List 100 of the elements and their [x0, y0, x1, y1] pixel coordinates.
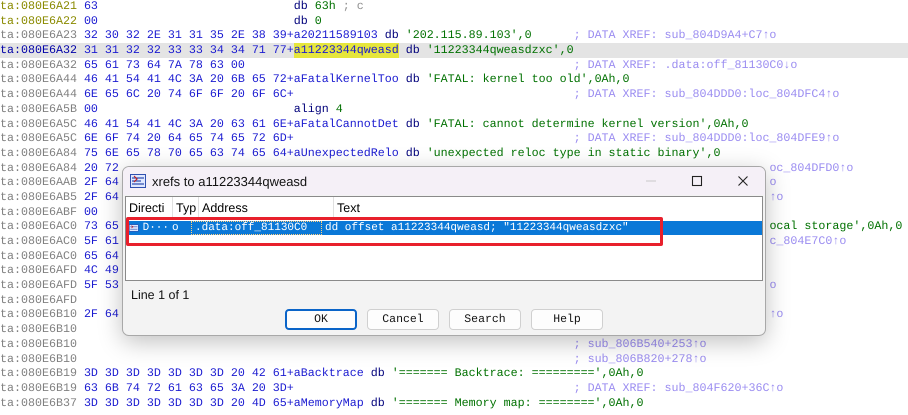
- dialog-button[interactable]: Search: [449, 309, 521, 330]
- dialog-button[interactable]: OK: [285, 309, 357, 330]
- listing-text: o: [769, 278, 776, 293]
- address-text: ta:080E6AAB: [0, 175, 77, 190]
- address-text: ta:080E6B19: [0, 366, 77, 381]
- comment-text: ; sub_806B540+253↑o: [574, 336, 706, 352]
- dialog-title: xrefs to a11223344qweasd: [152, 174, 308, 188]
- label-name: aFatalCannotDet: [294, 116, 399, 132]
- column-header[interactable]: Typ: [173, 197, 199, 219]
- label-name: a11223344qweasd: [294, 43, 399, 58]
- address-text: ta:080E6B10: [0, 307, 77, 322]
- xref-icon: [129, 222, 139, 234]
- comment-text: ; sub_806B820+278↑o: [574, 352, 706, 366]
- listing-text: c_804E7C0↑o: [769, 234, 846, 249]
- hex-bytes: 75 6E 65 78 70 65 63 74 65 64+: [84, 146, 294, 161]
- address-text: ta:080E6AC0: [0, 248, 77, 264]
- dialog-button[interactable]: Help: [531, 309, 603, 330]
- address-text: ta:080E6B10: [0, 322, 77, 337]
- label-name: aMemoryMap: [294, 396, 364, 410]
- hex-bytes: 46 41 54 41 4C 3A 20 63 61 6E+: [84, 116, 294, 132]
- comment-text: ; DATA XREF: .data:off_81130C0↓o: [574, 58, 798, 72]
- hex-bytes: 2F 64: [84, 175, 119, 190]
- operand-text: 63h: [314, 0, 336, 14]
- column-header[interactable]: Address: [199, 197, 334, 219]
- hex-bytes: 2F 64: [84, 307, 119, 322]
- address-text: ta:080E6AC0: [0, 219, 77, 234]
- column-header[interactable]: Text: [334, 197, 762, 219]
- hex-bytes: 46 41 54 41 4C 3A 20 6B 65 72+: [84, 72, 294, 88]
- directive-text: align: [294, 102, 329, 117]
- operand-text: 'unexpected reloc type in static binary',0: [426, 146, 720, 161]
- address-text: ta:080E6A44: [0, 87, 77, 102]
- listing-text: o: [769, 175, 776, 190]
- hex-bytes: 00: [84, 14, 98, 28]
- directive-text: db: [406, 116, 420, 132]
- directive-text: db: [294, 14, 308, 28]
- label-name: aBacktrace: [294, 366, 364, 381]
- address-text: ta:080E6AFD: [0, 263, 77, 278]
- address-text: ta:080E6A5B: [0, 102, 77, 117]
- hex-bytes: 63 6B 74 72 61 63 65 3A 20 3D+: [84, 380, 294, 396]
- address-text: ta:080E6A44: [0, 72, 77, 88]
- operand-text: '202.115.89.103',0: [406, 28, 532, 44]
- hex-bytes: 6E 6F 74 20 64 65 74 65 72 6D+: [84, 131, 294, 146]
- address-text: ta:080E6A23: [0, 28, 77, 44]
- listing-text: ↑o: [769, 190, 784, 205]
- hex-bytes: 2F 64: [84, 190, 119, 205]
- direction-text: D···: [142, 222, 169, 234]
- label-name: a20211589103: [294, 28, 378, 44]
- address-text: ta:080E6A32: [0, 58, 77, 72]
- address-text: ta:080E6A22: [0, 14, 77, 28]
- address-text: ta:080E6B10: [0, 352, 77, 366]
- hex-bytes: 3D 3D 3D 3D 3D 3D 3D 20 4D 65+: [84, 396, 294, 410]
- comment-text: ; DATA XREF: sub_804F620+36C↑o: [574, 380, 784, 396]
- hex-bytes: 5F 53: [84, 278, 119, 293]
- address-text: ta:080E6A84: [0, 160, 77, 176]
- address-text: ta:080E6AC0: [0, 234, 77, 249]
- operand-text: 'FATAL: cannot determine kernel version',0Ah,0: [426, 116, 748, 132]
- operand-text: '11223344qweasdzxc',0: [426, 43, 574, 58]
- hex-bytes: 3D 3D 3D 3D 3D 3D 3D 20 42 61+: [84, 366, 294, 381]
- maximize-icon[interactable]: [691, 175, 703, 187]
- hex-bytes: 65 61 73 64 7A 78 63 00: [84, 58, 245, 72]
- comment-text: ; c: [342, 0, 364, 14]
- address-text: ta:080E6A84: [0, 146, 77, 161]
- directive-text: db: [406, 146, 420, 161]
- address-text: ta:080E6AFD: [0, 278, 77, 293]
- listing-text: ↑o: [769, 307, 784, 322]
- window-icon: [130, 174, 146, 188]
- address-text: ta:080E6AFD: [0, 292, 77, 308]
- operand-text: 'FATAL: kernel too old',0Ah,0: [426, 72, 630, 88]
- xref-row[interactable]: D··· o .data:off_81130C0 dd offset a11223344qweasd; ″11223344qweasdzxc″: [126, 221, 762, 235]
- listing-text: oc_804DFD0↑o: [769, 160, 854, 176]
- comment-text: ; DATA XREF: sub_804D9A4+C7↑o: [574, 28, 776, 44]
- operand-text: '======= Backtrace: =========',0Ah,0: [392, 366, 644, 381]
- listing-text: ocal storage',0Ah,0: [769, 219, 902, 234]
- type-text: o: [171, 221, 180, 235]
- address-text: ta:080E6B19: [0, 380, 77, 396]
- dialog-button[interactable]: Cancel: [367, 309, 439, 330]
- address-text: ta:080E6A5C: [0, 116, 77, 132]
- xref-text: dd offset a11223344qweasd; ″11223344qweasdzxc″: [324, 221, 630, 235]
- label-name: aUnexpectedRelo: [294, 146, 399, 161]
- hex-bytes: 63: [84, 0, 98, 14]
- directive-text: db: [294, 0, 308, 14]
- address-text: ta:080E6A5C: [0, 131, 77, 146]
- address-text: ta:080E6A32: [0, 43, 77, 58]
- hex-bytes: 4C 49: [84, 263, 119, 278]
- close-icon[interactable]: [737, 175, 749, 187]
- directive-text: db: [406, 72, 420, 88]
- hex-bytes: 00: [84, 102, 98, 117]
- comment-text: ; DATA XREF: sub_804DDD0:loc_804DFC4↑o: [574, 87, 840, 102]
- comment-text: ; DATA XREF: sub_804DDD0:loc_804DFE9↑o: [574, 131, 840, 146]
- address-text: ta:080E6B10: [0, 336, 77, 352]
- column-header[interactable]: Directi: [126, 197, 173, 219]
- address-text: ta:080E6ABF: [0, 204, 77, 220]
- hex-bytes: 5F 61: [84, 234, 119, 249]
- hex-bytes: 00: [84, 204, 98, 220]
- address-text: ta:080E6AB5: [0, 190, 77, 205]
- directive-text: db: [370, 396, 385, 410]
- status-text: Line 1 of 1: [130, 287, 190, 304]
- directive-text: db: [370, 366, 385, 381]
- hex-bytes: 32 30 32 2E 31 31 35 2E 38 39+: [84, 28, 294, 44]
- operand-text: 0: [314, 14, 322, 28]
